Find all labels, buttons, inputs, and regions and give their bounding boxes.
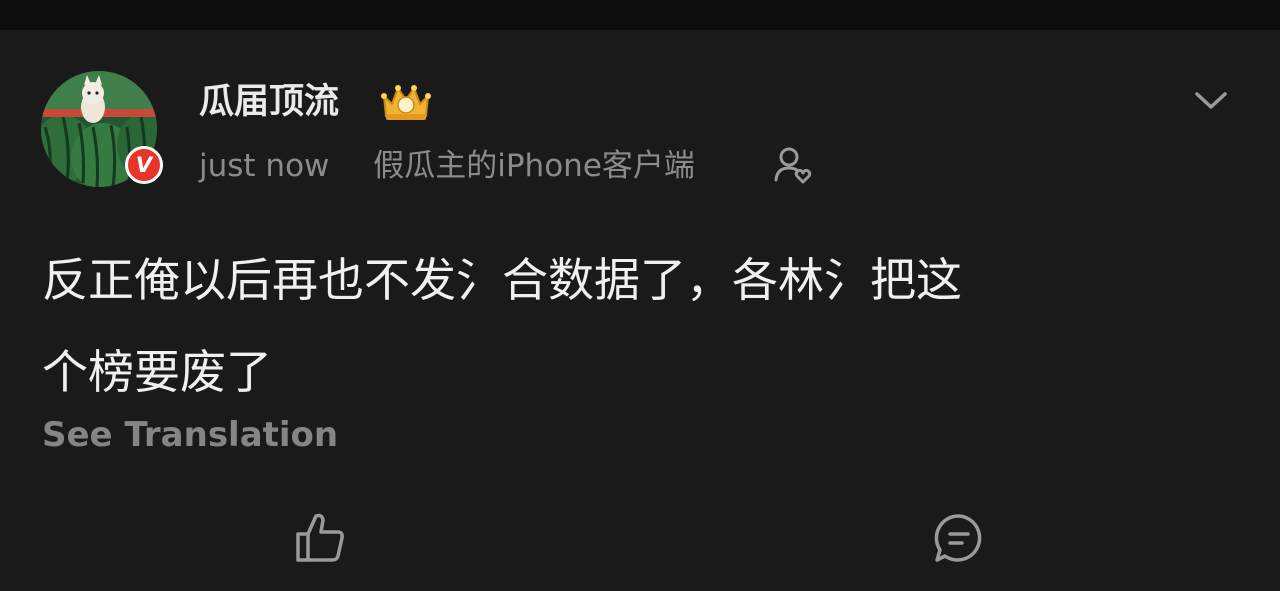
post-source[interactable]: 假瓜主的iPhone客户端 [373,148,695,184]
top-bar [0,0,1280,30]
post-content-line: 反正俺以后再也不发氵合数据了，各林氵把这 [42,253,962,307]
verified-badge: V [125,146,163,184]
username[interactable]: 瓜届顶流 [199,80,339,124]
crown-badge-icon[interactable] [378,82,434,124]
see-translation-link[interactable]: See Translation [42,413,338,457]
thumbs-up-icon[interactable] [294,510,346,564]
post-time: just now [199,148,330,184]
user-heart-icon[interactable] [773,146,815,184]
comment-icon[interactable] [933,512,985,564]
post-content-line: 个榜要废了 [42,345,272,399]
post-meta: just now 假瓜主的iPhone客户端 [199,146,695,186]
post-content: 反正俺以后再也不发氵合数据了，各林氵把这 个榜要废了 [42,236,1222,416]
chevron-down-icon[interactable] [1193,84,1229,116]
